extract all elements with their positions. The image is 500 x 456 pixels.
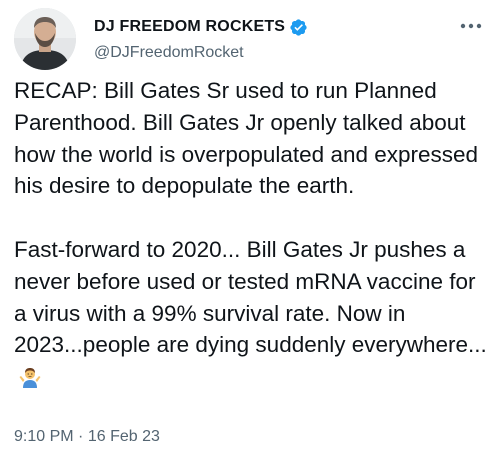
tweet-paragraph-2: Fast-forward to 2020... Bill Gates Jr pu… (14, 236, 487, 358)
tweet-header: DJ FREEDOM ROCKETS @DJFreedomRocket (14, 6, 486, 70)
avatar[interactable] (14, 8, 76, 70)
tweet-text: RECAP: Bill Gates Sr used to run Planned… (14, 75, 492, 393)
tweet-date: 16 Feb 23 (87, 428, 160, 445)
more-options-icon[interactable] (458, 16, 484, 36)
tweet-paragraph-1: RECAP: Bill Gates Sr used to run Planned… (14, 78, 485, 199)
tweet-card: DJ FREEDOM ROCKETS @DJFreedomRocket RECA… (0, 0, 500, 456)
avatar-photo-icon (14, 8, 76, 70)
author-names: DJ FREEDOM ROCKETS @DJFreedomRocket (94, 16, 308, 62)
verified-badge-icon (289, 18, 308, 37)
person-shrugging-emoji (18, 364, 42, 389)
display-name[interactable]: DJ FREEDOM ROCKETS (94, 18, 285, 36)
tweet-timestamp[interactable]: 9:10 PM · 16 Feb 23 (14, 428, 160, 446)
display-name-row: DJ FREEDOM ROCKETS (94, 16, 308, 38)
meta-separator: · (78, 428, 84, 445)
tweet-time: 9:10 PM (14, 428, 74, 445)
author-handle[interactable]: @DJFreedomRocket (94, 44, 308, 62)
